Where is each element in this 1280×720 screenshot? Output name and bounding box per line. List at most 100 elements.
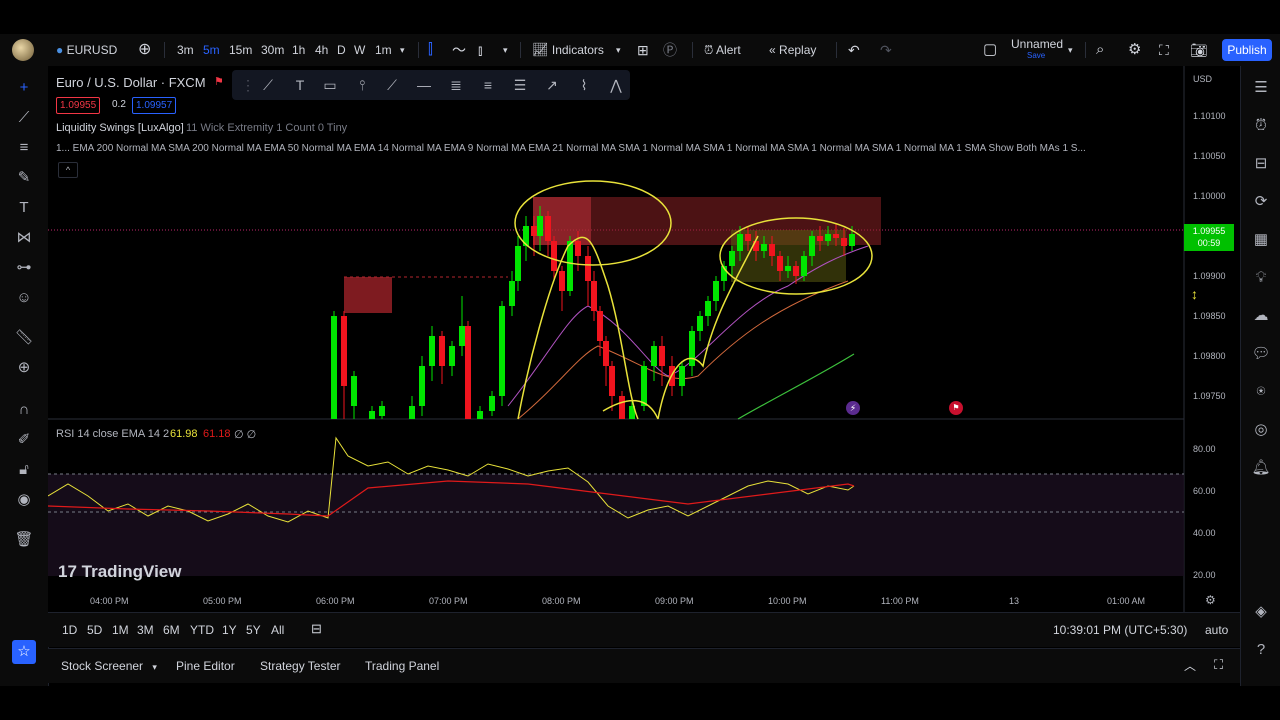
- draw-text-icon[interactable]: T: [290, 75, 310, 95]
- time-axis-settings-icon[interactable]: ⚙: [1205, 593, 1216, 607]
- undo-icon[interactable]: ↶: [848, 34, 860, 66]
- draw-fib-icon[interactable]: ≣: [446, 75, 466, 95]
- draw-levels-icon[interactable]: ☰: [510, 75, 530, 95]
- draw-ray-icon[interactable]: ⟋: [382, 75, 402, 95]
- indicators-dropdown-icon[interactable]: ▾: [616, 34, 621, 66]
- candles-icon[interactable]: ⫿: [428, 34, 433, 66]
- tab-trading-panel[interactable]: Trading Panel: [365, 659, 439, 673]
- search-icon[interactable]: ⌕: [1096, 34, 1104, 66]
- object-tree-icon[interactable]: ◈: [1249, 600, 1273, 624]
- draw-hline-icon[interactable]: —: [414, 75, 434, 95]
- draw-channel-icon[interactable]: ≡: [478, 75, 498, 95]
- tab-stock-screener[interactable]: Stock Screener ▾: [61, 659, 157, 673]
- fib-icon[interactable]: ≡: [12, 136, 36, 160]
- templates-icon[interactable]: ⊞: [637, 34, 649, 66]
- draw-zigzag-icon[interactable]: ⋀: [606, 75, 626, 95]
- trendline-icon[interactable]: ⟋: [12, 106, 36, 130]
- interval-w[interactable]: W: [354, 34, 365, 66]
- alert-button[interactable]: ⏰︎ Alert: [704, 34, 741, 66]
- trash-icon[interactable]: 🗑︎: [12, 528, 36, 552]
- range-1y[interactable]: 1Y: [222, 623, 237, 637]
- user-avatar[interactable]: [12, 34, 36, 66]
- notifications-icon[interactable]: 🔔︎: [1249, 456, 1273, 480]
- range-ytd[interactable]: YTD: [190, 623, 214, 637]
- auto-scale-toggle[interactable]: auto: [1205, 623, 1228, 637]
- price-scale-drag-icon[interactable]: ↕: [1191, 286, 1198, 302]
- symbol-search[interactable]: ● EURUSD: [56, 34, 117, 66]
- line-chart-icon[interactable]: 〜: [452, 34, 466, 66]
- ma-indicator-legend[interactable]: 1... EMA 200 Normal MA SMA 200 Normal MA…: [56, 143, 1086, 154]
- symbol-title[interactable]: Euro / U.S. Dollar · FXCM: [56, 75, 206, 90]
- us-economic-event-icon[interactable]: ⚑: [949, 401, 963, 415]
- rsi-label[interactable]: RSI 14 close EMA 14 2: [56, 428, 169, 440]
- interval-dropdown-icon[interactable]: ▾: [400, 34, 405, 66]
- maximize-panel-icon[interactable]: ⛶: [1214, 657, 1223, 673]
- emoji-icon[interactable]: ☺: [12, 286, 36, 310]
- settings-gear-icon[interactable]: ⚙: [1128, 34, 1141, 66]
- chat-icon[interactable]: 💬︎: [1249, 342, 1273, 366]
- crosshair-icon[interactable]: +: [12, 76, 36, 100]
- magnet-icon[interactable]: ∩: [12, 398, 36, 422]
- range-all[interactable]: All: [271, 623, 284, 637]
- hotlist-icon[interactable]: ⟳: [1249, 190, 1273, 214]
- interval-5m[interactable]: 5m: [203, 34, 220, 66]
- indicator-name[interactable]: Liquidity Swings [LuxAlgo]: [56, 122, 184, 134]
- draw-arrow-icon[interactable]: ↗: [542, 75, 562, 95]
- interval-4h[interactable]: 4h: [315, 34, 328, 66]
- replay-button[interactable]: « Replay: [769, 34, 816, 66]
- add-symbol-icon[interactable]: ⊕: [138, 34, 151, 66]
- brush-icon[interactable]: ✎: [12, 166, 36, 190]
- ask-price[interactable]: 1.09957: [132, 97, 177, 114]
- chart-type-dropdown-icon[interactable]: ▾: [503, 34, 508, 66]
- draw-path-icon[interactable]: ⌇: [574, 75, 594, 95]
- eye-icon[interactable]: ◉: [12, 488, 36, 512]
- signals-icon[interactable]: ⍟: [1249, 380, 1273, 404]
- forecast-icon[interactable]: ⊶: [12, 256, 36, 280]
- zoom-icon[interactable]: ⊕: [12, 356, 36, 380]
- text-icon[interactable]: T: [12, 196, 36, 220]
- pine-icon[interactable]: Ⓟ: [663, 34, 677, 66]
- streams-icon[interactable]: ☁︎: [1249, 304, 1273, 328]
- range-6m[interactable]: 6M: [163, 623, 180, 637]
- range-5y[interactable]: 5Y: [246, 623, 261, 637]
- draw-rectangle-icon[interactable]: ▭: [320, 75, 340, 95]
- range-5d[interactable]: 5D: [87, 623, 102, 637]
- go-to-date-icon[interactable]: ⊟: [311, 621, 322, 637]
- drag-handle-icon[interactable]: ⋮: [238, 75, 258, 95]
- favorites-star-icon[interactable]: ☆: [12, 640, 36, 664]
- broadcast-icon[interactable]: ◎: [1249, 418, 1273, 442]
- indicators-button[interactable]: 📈︎ Indicators: [532, 34, 604, 66]
- interval-d[interactable]: D: [337, 34, 346, 66]
- event-lightning-icon[interactable]: ⚡︎: [846, 401, 860, 415]
- clock-timezone[interactable]: 10:39:01 PM (UTC+5:30): [1053, 623, 1187, 637]
- collapse-legend-button[interactable]: ^: [58, 162, 78, 178]
- interval-15m[interactable]: 15m: [229, 34, 252, 66]
- bid-price[interactable]: 1.09955: [56, 97, 101, 114]
- collapse-panel-icon[interactable]: ︿: [1184, 657, 1196, 674]
- alerts-icon[interactable]: ⏰︎: [1249, 114, 1273, 138]
- draw-anchor-icon[interactable]: ⫯: [352, 75, 372, 95]
- data-window-icon[interactable]: ⊟: [1249, 152, 1273, 176]
- redo-icon[interactable]: ↷: [880, 34, 892, 66]
- publish-button[interactable]: Publish: [1222, 39, 1272, 61]
- screenshot-camera-icon[interactable]: 📷︎: [1190, 34, 1208, 66]
- layout-select-icon[interactable]: ▢: [983, 34, 997, 66]
- range-1m[interactable]: 1M: [112, 623, 129, 637]
- flag-icon[interactable]: ⚑: [214, 75, 224, 88]
- pattern-icon[interactable]: ⋈: [12, 226, 36, 250]
- ruler-icon[interactable]: 📏︎: [12, 326, 36, 350]
- tab-pine-editor[interactable]: Pine Editor: [176, 659, 235, 673]
- chart-area[interactable]: USD 1.10100 1.10050 1.10000 1.09900 1.09…: [48, 66, 1240, 612]
- interval-30m[interactable]: 30m: [261, 34, 284, 66]
- fullscreen-icon[interactable]: ⛶: [1159, 34, 1169, 66]
- lock-drawings-icon[interactable]: ✐: [12, 428, 36, 452]
- lock-icon[interactable]: 🔓︎: [12, 458, 36, 482]
- interval-3m[interactable]: 3m: [177, 34, 194, 66]
- help-icon[interactable]: ?: [1249, 638, 1273, 662]
- currency-selector[interactable]: USD: [1193, 74, 1212, 84]
- range-1d[interactable]: 1D: [62, 623, 77, 637]
- draw-trendline-icon[interactable]: ⟋: [258, 75, 278, 95]
- tab-strategy-tester[interactable]: Strategy Tester: [260, 659, 340, 673]
- range-3m[interactable]: 3M: [137, 623, 154, 637]
- ideas-icon[interactable]: 💡︎: [1249, 266, 1273, 290]
